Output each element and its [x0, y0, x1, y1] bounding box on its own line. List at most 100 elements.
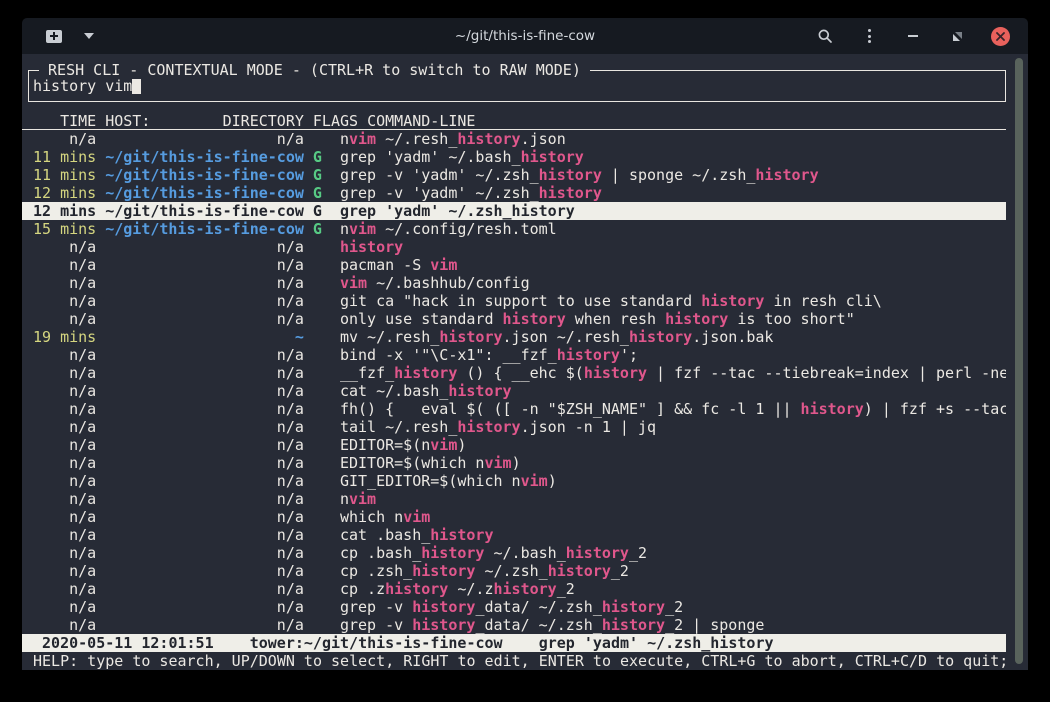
row-command: grep 'yadm' ~/.zsh_history [340, 202, 575, 220]
search-button[interactable] [815, 26, 835, 46]
history-row[interactable]: n/a n/a __fzf_history () { __ehc $(history… [22, 364, 1006, 382]
row-command: mv ~/.resh_history.json ~/.resh_history.… [340, 328, 774, 346]
history-row[interactable]: 11 mins ~/git/this-is-fine-cow Ggrep 'yadm… [22, 148, 1006, 166]
scrollbar[interactable] [1015, 58, 1023, 664]
history-row[interactable]: n/a n/a cp .zhistory ~/.zhistory_2 [22, 580, 1006, 598]
row-command: cp .zsh_history ~/.zsh_history_2 [340, 562, 629, 580]
new-tab-icon [46, 30, 62, 43]
status-location: tower:~/git/this-is-fine-cow [250, 634, 503, 652]
terminal-window: ~/git/this-is-fine-cow RESH CLI - CONTEX… [22, 18, 1028, 670]
history-row[interactable]: 11 mins~/git/this-is-fine-cowGgrep -v 'y… [22, 166, 1006, 184]
new-tab-button[interactable] [44, 26, 64, 46]
row-time: 11 mins [33, 148, 96, 166]
row-command: __fzf_history () { __ehc $(history | fzf… [340, 364, 1006, 382]
history-row[interactable]: 12 mins~/git/this-is-fine-cowGgrep 'yadm… [22, 202, 1006, 220]
row-command: cp .bash_history ~/.bash_history_2 [340, 544, 647, 562]
history-row[interactable]: n/an/atail ~/.resh_history.json -n 1 | j… [22, 418, 1006, 436]
history-row[interactable]: n/an/aonly use standard history when res… [22, 310, 1006, 328]
row-directory: n/a [105, 400, 304, 418]
row-time: 15 mins [33, 220, 96, 238]
history-row[interactable]: n/a n/a EDITOR=$(which nvim) [22, 454, 1006, 472]
history-row[interactable]: 19 mins~mv ~/.resh_history.json ~/.resh_… [22, 328, 1006, 346]
history-row[interactable]: n/a n/a GIT_EDITOR=$(which nvim) [22, 472, 1006, 490]
row-flag: G [313, 166, 322, 184]
row-time: n/a [33, 454, 96, 472]
text-cursor [132, 78, 141, 94]
row-command: nvim ~/.config/resh.toml [340, 220, 557, 238]
row-directory: n/a [105, 562, 304, 580]
row-directory: ~/git/this-is-fine-cow [105, 166, 304, 184]
history-row[interactable]: n/an/acat .bash_history [22, 526, 1006, 544]
row-directory: n/a [105, 238, 304, 256]
history-row[interactable]: n/an/abind -x '"\C-x1": __fzf_history'; [22, 346, 1006, 364]
row-time: n/a [33, 562, 96, 580]
row-directory: n/a [105, 130, 304, 148]
search-input[interactable]: history vim [33, 77, 132, 95]
history-row[interactable]: n/a n/a which nvim [22, 508, 1006, 526]
history-row[interactable]: 12 mins~/git/this-is-fine-cowGgrep -v 'y… [22, 184, 1006, 202]
history-row[interactable]: n/an/avim ~/.bashhub/config [22, 274, 1006, 292]
history-row[interactable]: n/an/agrep -v history_data/ ~/.zsh_histo… [22, 616, 1006, 634]
history-row[interactable]: n/an/anvim [22, 490, 1006, 508]
row-command: bind -x '"\C-x1": __fzf_history'; [340, 346, 638, 364]
history-row[interactable]: n/an/afh() { eval $( ([ -n "$ZSH_NAME" ]… [22, 400, 1006, 418]
row-time: n/a [33, 418, 96, 436]
row-time: n/a [33, 580, 96, 598]
row-command: grep -v 'yadm' ~/.zsh_history [340, 184, 602, 202]
row-command: which nvim [340, 508, 430, 526]
row-command: pacman -S vim [340, 256, 457, 274]
close-icon [996, 32, 1005, 41]
row-directory: n/a [105, 346, 304, 364]
close-button[interactable] [991, 27, 1010, 46]
row-directory: ~/git/this-is-fine-cow [105, 202, 304, 220]
row-command: cat ~/.bash_history [340, 382, 512, 400]
kebab-menu-icon [868, 29, 871, 43]
menu-button[interactable] [859, 26, 879, 46]
row-directory: n/a [105, 472, 304, 490]
row-directory: n/a [105, 580, 304, 598]
row-directory: ~/git/this-is-fine-cow [105, 220, 304, 238]
row-directory: n/a [105, 310, 304, 328]
row-time: n/a [33, 436, 96, 454]
row-directory: n/a [105, 454, 304, 472]
row-command: nvim ~/.resh_history.json [340, 130, 566, 148]
row-time: n/a [33, 364, 96, 382]
row-command: GIT_EDITOR=$(which nvim) [340, 472, 557, 490]
row-directory: ~/git/this-is-fine-cow [105, 148, 304, 166]
resh-search-box: RESH CLI - CONTEXTUAL MODE - (CTRL+R to … [28, 70, 1006, 102]
row-directory: n/a [105, 508, 304, 526]
history-row[interactable]: n/an/acat ~/.bash_history [22, 382, 1006, 400]
row-directory: n/a [105, 364, 304, 382]
history-row[interactable]: n/an/ahistory [22, 238, 1006, 256]
history-row[interactable]: n/an/acp .bash_history ~/.bash_history_2 [22, 544, 1006, 562]
history-rows: n/an/anvim ~/.resh_history.json11 mins~/… [22, 130, 1006, 634]
row-time: n/a [33, 472, 96, 490]
row-time: n/a [33, 508, 96, 526]
history-row[interactable]: 15 mins~/git/this-is-fine-cowGnvim ~/.co… [22, 220, 1006, 238]
history-row[interactable]: n/an/anvim ~/.resh_history.json [22, 130, 1006, 148]
resh-mode-title: RESH CLI - CONTEXTUAL MODE - (CTRL+R to … [39, 61, 590, 79]
row-flag: G [313, 148, 322, 166]
row-command: grep 'yadm' ~/.bash_history [340, 148, 584, 166]
row-time: n/a [33, 526, 96, 544]
row-command: EDITOR=$(which nvim) [340, 454, 521, 472]
history-row[interactable]: n/an/aEDITOR=$(nvim) [22, 436, 1006, 454]
header-host: HOST: [105, 112, 150, 130]
tab-dropdown-button[interactable] [79, 26, 99, 46]
history-row[interactable]: n/an/agit ca "hack in support to use sta… [22, 292, 1006, 310]
row-time: n/a [33, 310, 96, 328]
history-row[interactable]: n/a n/a cp .zsh_history ~/.zsh_history_2 [22, 562, 1006, 580]
row-command: cp .zhistory ~/.zhistory_2 [340, 580, 575, 598]
history-row[interactable]: n/an/apacman -S vim [22, 256, 1006, 274]
row-command: EDITOR=$(nvim) [340, 436, 466, 454]
row-directory: ~/git/this-is-fine-cow [105, 184, 304, 202]
minimize-button[interactable] [903, 26, 923, 46]
row-directory: ~ [105, 328, 304, 346]
row-directory: n/a [105, 526, 304, 544]
row-time: 11 mins [33, 166, 96, 184]
restore-button[interactable] [947, 26, 967, 46]
row-time: n/a [33, 274, 96, 292]
row-time: n/a [33, 238, 96, 256]
row-command: grep -v history_data/ ~/.zsh_history_2 |… [340, 616, 764, 634]
history-row[interactable]: n/an/agrep -v history_data/ ~/.zsh_histo… [22, 598, 1006, 616]
